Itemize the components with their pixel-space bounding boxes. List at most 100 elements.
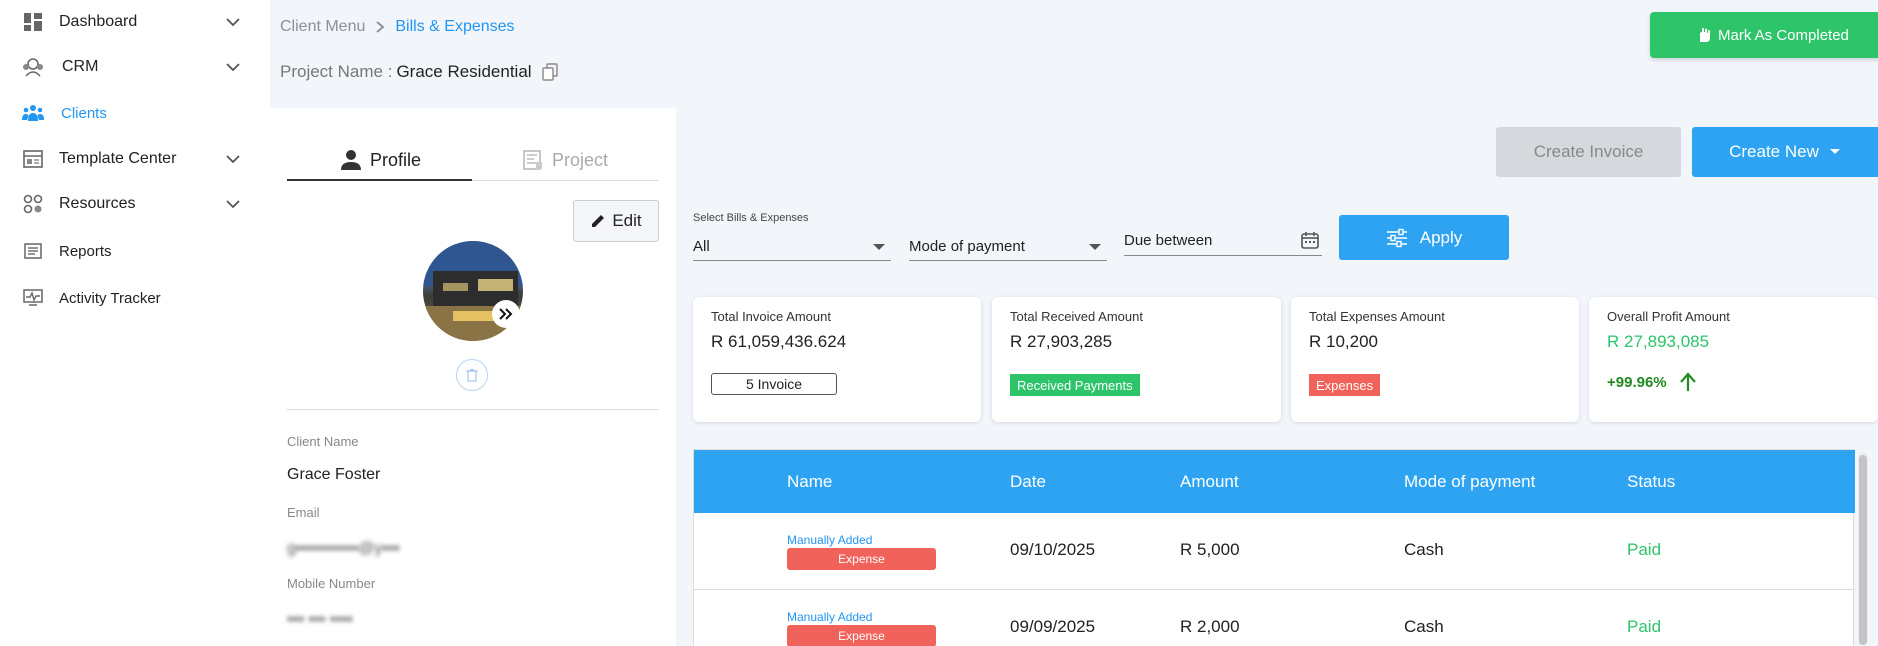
amount-cell: R 2,000 xyxy=(1180,617,1240,636)
sidebar-item-crm[interactable]: CRM xyxy=(0,47,270,87)
received-payments-badge[interactable]: Received Payments xyxy=(1010,374,1140,396)
table-scrollbar[interactable] xyxy=(1858,452,1868,646)
sidebar-item-label: Dashboard xyxy=(59,13,138,30)
create-new-label: Create New xyxy=(1729,142,1819,161)
sidebar-item-activity-tracker[interactable]: Activity Tracker xyxy=(0,278,270,318)
card-title: Total Invoice Amount xyxy=(711,309,831,324)
tab-project-label: Project xyxy=(552,149,609,170)
card-value: R 27,893,085 xyxy=(1607,332,1710,351)
person-icon xyxy=(341,150,361,170)
date-cell: 09/09/2025 xyxy=(1010,617,1096,636)
chevron-down-icon xyxy=(226,63,240,72)
bills-expenses-table: Name Date Amount Mode of payment Status … xyxy=(693,449,1855,646)
client-name-value: Grace Foster xyxy=(287,466,381,483)
table-row[interactable]: Manually Added Expense 09/10/2025 R 5,00… xyxy=(694,513,1855,590)
edit-label: Edit xyxy=(612,211,642,230)
bills-expenses-value: All xyxy=(693,238,710,255)
sidebar-item-label: Clients xyxy=(61,104,107,122)
sidebar-item-label: Activity Tracker xyxy=(59,289,161,307)
card-value: R 27,903,285 xyxy=(1010,332,1113,351)
sidebar-item-clients[interactable]: Clients xyxy=(0,93,270,133)
card-value: R 10,200 xyxy=(1309,332,1378,351)
tab-profile[interactable]: Profile xyxy=(340,138,421,182)
sidebar-item-label: Template Center xyxy=(59,150,177,167)
hand-icon xyxy=(1700,28,1710,42)
due-between-input[interactable]: Due between xyxy=(1124,226,1322,256)
mode-of-payment-select[interactable]: Mode of payment xyxy=(909,233,1107,261)
breadcrumb-client-menu[interactable]: Client Menu xyxy=(280,18,365,36)
sidebar-item-label: Resources xyxy=(59,195,136,212)
sidebar-item-resources[interactable]: Resources xyxy=(0,184,270,224)
activity-icon xyxy=(22,288,44,308)
expand-avatar-button[interactable] xyxy=(492,300,520,328)
chevron-down-icon xyxy=(226,18,240,27)
mode-of-payment-placeholder: Mode of payment xyxy=(909,238,1025,255)
column-header-status[interactable]: Status xyxy=(1627,472,1675,492)
column-header-name[interactable]: Name xyxy=(787,472,832,492)
email-label: Email xyxy=(287,505,320,520)
create-invoice-label: Create Invoice xyxy=(1533,142,1644,161)
chevron-down-icon xyxy=(226,155,240,164)
crm-icon xyxy=(22,57,44,77)
amount-cell: R 5,000 xyxy=(1180,540,1240,559)
total-invoice-card: Total Invoice Amount R 61,059,436.624 5 … xyxy=(693,297,981,422)
total-received-card: Total Received Amount R 27,903,285 Recei… xyxy=(992,297,1281,422)
sidebar-item-dashboard[interactable]: Dashboard xyxy=(0,2,270,42)
pencil-icon xyxy=(592,215,605,227)
status-cell: Paid xyxy=(1627,617,1662,636)
chevron-down-icon xyxy=(226,200,240,209)
mobile-number-value: ▪▪▪ ▪▪▪ ▪▪▪▪ xyxy=(287,611,353,628)
breadcrumb: Client Menu Bills & Expenses xyxy=(280,18,515,36)
calendar-icon[interactable] xyxy=(1300,230,1320,250)
caret-down-icon xyxy=(873,244,885,250)
client-name-label: Client Name xyxy=(287,434,359,449)
column-header-date[interactable]: Date xyxy=(1010,472,1046,492)
card-title: Overall Profit Amount xyxy=(1607,309,1730,324)
caret-down-icon xyxy=(1089,244,1101,250)
sliders-icon xyxy=(1386,228,1407,247)
create-new-button[interactable]: Create New xyxy=(1692,127,1878,177)
source-label: Manually Added xyxy=(787,533,873,547)
scrollbar-thumb[interactable] xyxy=(1859,455,1867,645)
expenses-badge[interactable]: Expenses xyxy=(1309,374,1381,396)
edit-profile-button[interactable]: Edit xyxy=(573,200,659,242)
invoice-count-badge[interactable]: 5 Invoice xyxy=(711,373,837,395)
email-value: g▪▪▪▪▪▪▪▪▪▪▪@y▪▪▪ xyxy=(287,540,400,557)
apply-filters-button[interactable]: Apply xyxy=(1339,215,1509,260)
total-expenses-card: Total Expenses Amount R 10,200 Expenses xyxy=(1291,297,1579,422)
mark-as-completed-label: Mark As Completed xyxy=(1718,26,1849,44)
copy-icon[interactable] xyxy=(541,63,558,81)
apply-label: Apply xyxy=(1419,227,1463,247)
sidebar: Dashboard CRM Clients Template Center Re… xyxy=(0,0,270,646)
sidebar-item-template-center[interactable]: Template Center xyxy=(0,139,270,179)
profit-percentage-value: +99.96% xyxy=(1607,373,1667,391)
project-name-line: Project Name : Grace Residential xyxy=(280,62,558,82)
sidebar-item-reports[interactable]: Reports xyxy=(0,231,270,271)
filter-title: Select Bills & Expenses xyxy=(693,212,809,224)
card-title: Total Expenses Amount xyxy=(1309,309,1445,324)
arrow-up-icon xyxy=(1679,372,1696,391)
mobile-number-label: Mobile Number xyxy=(287,576,376,591)
sidebar-item-label: CRM xyxy=(62,58,99,75)
project-label: Project Name : xyxy=(280,62,393,81)
dashboard-icon xyxy=(22,12,44,32)
mark-as-completed-button[interactable]: Mark As Completed xyxy=(1650,12,1878,58)
clients-icon xyxy=(22,103,44,123)
column-header-amount[interactable]: Amount xyxy=(1180,472,1239,492)
create-invoice-button[interactable]: Create Invoice xyxy=(1496,127,1681,177)
column-header-mode[interactable]: Mode of payment xyxy=(1404,472,1535,492)
tab-project[interactable]: Project xyxy=(522,138,608,182)
due-between-placeholder: Due between xyxy=(1124,232,1213,249)
breadcrumb-current: Bills & Expenses xyxy=(395,18,515,35)
overall-profit-card: Overall Profit Amount R 27,893,085 +99.9… xyxy=(1589,297,1878,422)
trash-icon xyxy=(466,369,478,382)
project-name: Grace Residential xyxy=(396,62,532,81)
expense-badge: Expense xyxy=(787,548,936,570)
delete-avatar-button[interactable] xyxy=(456,359,488,391)
profile-divider xyxy=(287,409,659,410)
mode-cell: Cash xyxy=(1404,617,1444,636)
active-tab-indicator xyxy=(287,179,472,181)
tab-profile-label: Profile xyxy=(370,149,422,170)
table-row[interactable]: Manually Added Expense 09/09/2025 R 2,00… xyxy=(694,590,1855,646)
bills-expenses-select[interactable]: All xyxy=(693,233,891,261)
